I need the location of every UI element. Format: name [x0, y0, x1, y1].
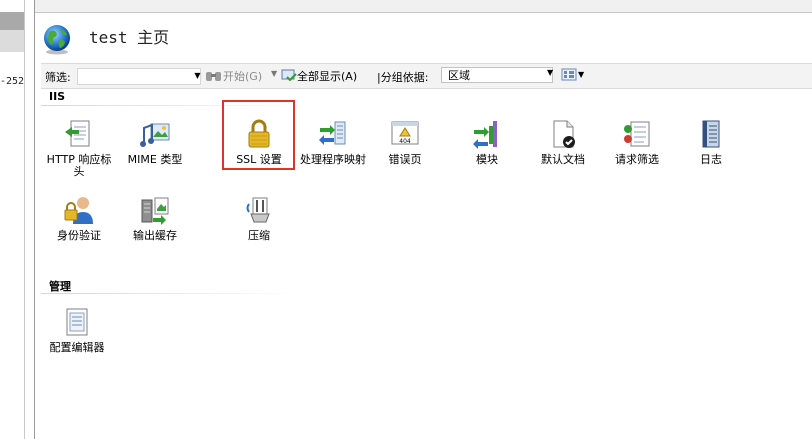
configuration-editor-icon [66, 308, 88, 336]
group-by-dropdown-icon[interactable]: ▼ [547, 68, 553, 77]
feature-label: 输出缓存 [133, 229, 177, 242]
group-by-label: |分组依据: [377, 71, 429, 84]
feature-compression[interactable]: 压缩 [223, 194, 295, 242]
start-dropdown-icon[interactable]: ▼ [271, 69, 277, 78]
feature-authentication[interactable]: 身份验证 [43, 194, 115, 242]
compression-icon [246, 197, 270, 223]
feature-http-response-headers[interactable]: HTTP 响应标头 [43, 118, 115, 178]
filter-label: 筛选: [45, 71, 71, 84]
group-by-select[interactable]: 区域 [441, 67, 553, 83]
request-filtering-icon [624, 121, 650, 147]
start-filter-label: 开始(G) [223, 70, 263, 83]
show-all-button[interactable]: 全部显示(A) [281, 67, 357, 85]
show-all-icon [281, 69, 297, 82]
output-caching-icon [141, 197, 169, 225]
feature-configuration-editor[interactable]: 配置编辑器 [41, 306, 113, 354]
panel-header [0, 12, 24, 30]
feature-request-filtering[interactable]: 请求筛选 [601, 118, 673, 166]
view-mode-button[interactable]: ▼ [561, 68, 584, 81]
panel-toolbar [0, 30, 24, 52]
filter-dropdown-icon[interactable]: ▼ [193, 68, 202, 84]
feature-label: 压缩 [248, 229, 270, 242]
connections-panel: -252 [0, 0, 25, 439]
globe-icon [44, 25, 70, 55]
mime-types-icon [140, 123, 170, 147]
binoculars-icon [206, 72, 221, 81]
feature-label: 身份验证 [57, 229, 101, 242]
feature-view: test 主页 筛选: ▼ 开始(G) ▼ 全部显示(A) |分组依据: 区域 … [34, 0, 812, 439]
error-pages-icon: 404 [391, 121, 419, 145]
section-title-management: 管理 [49, 280, 71, 293]
show-all-label: 全部显示(A) [297, 70, 358, 83]
feature-mime-types[interactable]: MIME 类型 [119, 118, 191, 166]
feature-error-pages[interactable]: 404 错误页 [369, 118, 441, 166]
authentication-icon [64, 197, 93, 224]
filter-toolbar: 筛选: ▼ 开始(G) ▼ 全部显示(A) |分组依据: 区域 ▼ ▼ [41, 63, 812, 89]
feature-label: 模块 [476, 153, 498, 166]
feature-label: HTTP 响应标头 [46, 153, 112, 178]
handler-mappings-icon [319, 121, 346, 145]
title-bar: test 主页 [35, 13, 812, 63]
feature-label: 默认文档 [541, 153, 585, 166]
feature-label: 日志 [700, 153, 722, 166]
feature-label: 错误页 [388, 153, 422, 166]
http-headers-icon [65, 120, 90, 147]
section-header-management: 管理 [41, 276, 641, 294]
feature-label: 处理程序映射 [300, 153, 366, 166]
feature-logging[interactable]: 日志 [675, 118, 747, 166]
ssl-highlight-box [222, 100, 295, 170]
svg-text:404: 404 [399, 138, 411, 145]
view-icon [561, 68, 577, 81]
feature-modules[interactable]: 模块 [451, 118, 523, 166]
start-filter-button[interactable]: 开始(G) [205, 67, 262, 85]
feature-label: 配置编辑器 [49, 341, 105, 354]
feature-label: 请求筛选 [615, 153, 659, 166]
feature-handler-mappings[interactable]: 处理程序映射 [297, 118, 369, 166]
modules-icon [473, 121, 497, 149]
section-header-iis: IIS [41, 88, 641, 106]
page-title: test 主页 [89, 28, 170, 47]
filter-input[interactable] [77, 68, 201, 85]
top-shade [35, 0, 812, 13]
feature-default-document[interactable]: 默认文档 [527, 118, 599, 166]
feature-output-caching[interactable]: 输出缓存 [119, 194, 191, 242]
section-title-iis: IIS [49, 90, 66, 103]
default-document-icon [553, 120, 575, 148]
logging-icon [702, 120, 720, 148]
tree-item-truncated[interactable]: -252 [0, 76, 24, 87]
feature-label: MIME 类型 [127, 153, 183, 166]
